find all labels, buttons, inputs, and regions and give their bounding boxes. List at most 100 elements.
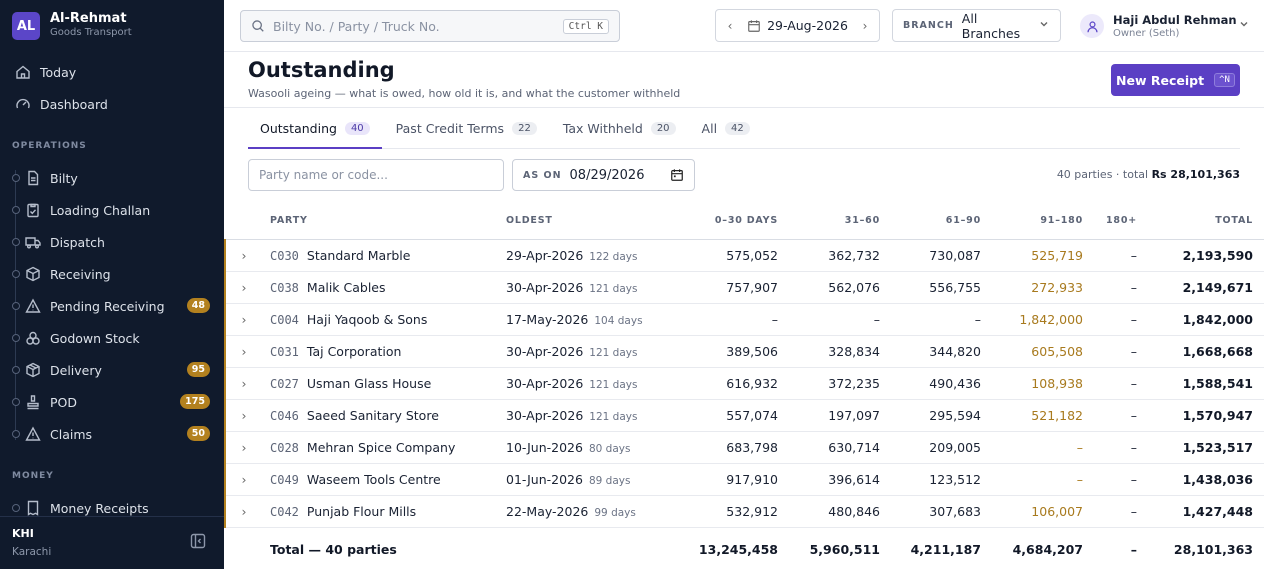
sidebar-item-label: Today	[40, 64, 77, 80]
chevron-right-icon[interactable]: ›	[242, 376, 247, 391]
chevron-right-icon[interactable]: ›	[242, 408, 247, 423]
search-input[interactable]	[273, 18, 563, 34]
user-menu[interactable]: Haji Abdul Rehman Owner (Seth)	[1080, 9, 1250, 43]
sidebar-item-delivery[interactable]: Delivery 95	[0, 354, 224, 386]
party-name: Taj Corporation	[306, 343, 402, 359]
branch-selector[interactable]: BRANCH All Branches	[892, 9, 1061, 42]
bucket-31-60: 197,097	[790, 399, 892, 432]
expand-row-cell[interactable]: ›	[224, 399, 262, 432]
sidebar-item-dispatch[interactable]: Dispatch	[0, 226, 224, 258]
party-name: Malik Cables	[306, 279, 386, 295]
sidebar-item-claims[interactable]: Claims 50	[0, 418, 224, 450]
expand-row-cell[interactable]: ›	[224, 271, 262, 304]
bucket-91-180: 106,007	[993, 495, 1095, 528]
search-shortcut: Ctrl K	[562, 18, 609, 34]
sidebar-item-pod[interactable]: POD 175	[0, 386, 224, 418]
column-header-oldest[interactable]: OLDEST	[498, 203, 688, 240]
sidebar-item-pending-receiving[interactable]: Pending Receiving 48	[0, 290, 224, 322]
bucket-0-30: 757,907	[688, 271, 790, 304]
party-search-input[interactable]	[248, 159, 504, 191]
chevron-right-icon[interactable]: ›	[242, 440, 247, 455]
bucket-61-90: 344,820	[892, 335, 993, 368]
tab-past-credit-terms[interactable]: Past Credit Terms 22	[384, 108, 549, 148]
page-title: Outstanding	[248, 58, 395, 82]
expand-row-cell[interactable]: ›	[224, 495, 262, 528]
branch-city: Karachi	[12, 546, 52, 558]
bucket-61-90: 295,594	[892, 399, 993, 432]
chevron-right-icon[interactable]: ›	[242, 344, 247, 359]
page-subtitle: Wasooli ageing — what is owed, how old i…	[248, 87, 681, 100]
clipboard-icon	[24, 201, 42, 219]
expand-row-cell[interactable]: ›	[224, 431, 262, 464]
sidebar-item-bilty[interactable]: Bilty	[0, 162, 224, 194]
expand-row-cell[interactable]: ›	[224, 239, 262, 272]
oldest-date: 10-Jun-2026	[506, 439, 583, 455]
bucket-31-60: –	[790, 303, 892, 336]
chevron-right-icon[interactable]: ›	[242, 280, 247, 295]
expand-row-cell[interactable]: ›	[224, 335, 262, 368]
tab-all[interactable]: All 42	[690, 108, 762, 148]
chevron-right-icon[interactable]: ›	[242, 504, 247, 519]
global-search[interactable]: Ctrl K	[240, 10, 620, 42]
oldest-age: 121 days	[589, 346, 638, 359]
tab-tax-withheld[interactable]: Tax Withheld 20	[551, 108, 688, 148]
total-label: Total — 40 parties	[262, 526, 498, 569]
table-row[interactable]: › C004 Haji Yaqoob & Sons 17-May-2026 104 …	[224, 303, 1264, 336]
table-row[interactable]: › C030 Standard Marble 29-Apr-2026 122 day…	[224, 239, 1264, 272]
total-expand-cell	[224, 526, 262, 569]
column-header-0-30[interactable]: 0–30 DAYS	[688, 203, 790, 240]
expand-row-cell[interactable]: ›	[224, 463, 262, 496]
total-31-60: 5,960,511	[790, 526, 892, 569]
oldest-cell: 17-May-2026 104 days	[498, 303, 688, 336]
table-row[interactable]: › C038 Malik Cables 30-Apr-2026 121 days 7…	[224, 271, 1264, 304]
sidebar-item-godown-stock[interactable]: Godown Stock	[0, 322, 224, 354]
chevron-right-icon[interactable]: ›	[242, 312, 247, 327]
oldest-age: 104 days	[594, 314, 643, 327]
column-header-31-60[interactable]: 31–60	[790, 203, 892, 240]
column-header-total[interactable]: TOTAL	[1149, 203, 1264, 240]
bucket-61-90: 490,436	[892, 367, 993, 400]
sidebar-item-label: Dispatch	[50, 234, 105, 250]
party-cell: C046 Saeed Sanitary Store	[262, 399, 498, 432]
expand-row-cell[interactable]: ›	[224, 303, 262, 336]
column-header-91-180[interactable]: 91–180	[993, 203, 1095, 240]
column-header-180-plus[interactable]: 180+	[1095, 203, 1149, 240]
bucket-180-plus: –	[1095, 463, 1149, 496]
alert-icon	[24, 297, 42, 315]
sidebar-item-money-receipts[interactable]: Money Receipts	[0, 492, 224, 516]
home-icon	[14, 63, 32, 81]
table-row[interactable]: › C031 Taj Corporation 30-Apr-2026 121 day…	[224, 335, 1264, 368]
collapse-sidebar-icon[interactable]	[190, 533, 206, 549]
bucket-91-180: 1,842,000	[993, 303, 1095, 336]
date-display[interactable]: 29-Aug-2026	[747, 18, 848, 33]
sidebar-item-today[interactable]: Today	[0, 56, 224, 88]
calendar-icon[interactable]	[670, 168, 684, 182]
expand-row-cell[interactable]: ›	[224, 367, 262, 400]
table-row[interactable]: › C049 Waseem Tools Centre 01-Jun-2026 89 …	[224, 463, 1264, 496]
sidebar-item-loading-challan[interactable]: Loading Challan	[0, 194, 224, 226]
oldest-age: 121 days	[589, 282, 638, 295]
brand[interactable]: AL Al-Rehmat Goods Transport	[12, 12, 132, 40]
column-header-party[interactable]: PARTY	[262, 203, 498, 240]
count-badge: 50	[186, 426, 210, 441]
bucket-91-180: 521,182	[993, 399, 1095, 432]
sidebar-item-dashboard[interactable]: Dashboard	[0, 88, 224, 120]
avatar	[1080, 14, 1104, 38]
user-icon	[1086, 20, 1098, 32]
tab-outstanding[interactable]: Outstanding 40	[248, 108, 382, 149]
chevron-right-icon[interactable]: ›	[242, 472, 247, 487]
table-row[interactable]: › C046 Saeed Sanitary Store 30-Apr-2026 12…	[224, 399, 1264, 432]
table-row[interactable]: › C028 Mehran Spice Company 10-Jun-2026 80…	[224, 431, 1264, 464]
chevron-right-icon[interactable]: ›	[242, 248, 247, 263]
table-row[interactable]: › C027 Usman Glass House 30-Apr-2026 121 d…	[224, 367, 1264, 400]
new-receipt-button[interactable]: New Receipt ^N	[1111, 64, 1240, 96]
table-header-row: PARTY OLDEST 0–30 DAYS 31–60 61–90 91–18…	[225, 203, 1264, 240]
as-on-date-field[interactable]: AS ON 08/29/2026	[512, 159, 695, 191]
column-header-61-90[interactable]: 61–90	[892, 203, 993, 240]
party-name: Punjab Flour Mills	[306, 503, 417, 519]
chevron-left-icon[interactable]: ‹	[724, 19, 736, 33]
chevron-right-icon[interactable]: ›	[859, 19, 871, 33]
table-row[interactable]: › C042 Punjab Flour Mills 22-May-2026 99 d…	[224, 495, 1264, 528]
brand-subtitle: Goods Transport	[50, 27, 132, 38]
sidebar-item-receiving[interactable]: Receiving	[0, 258, 224, 290]
